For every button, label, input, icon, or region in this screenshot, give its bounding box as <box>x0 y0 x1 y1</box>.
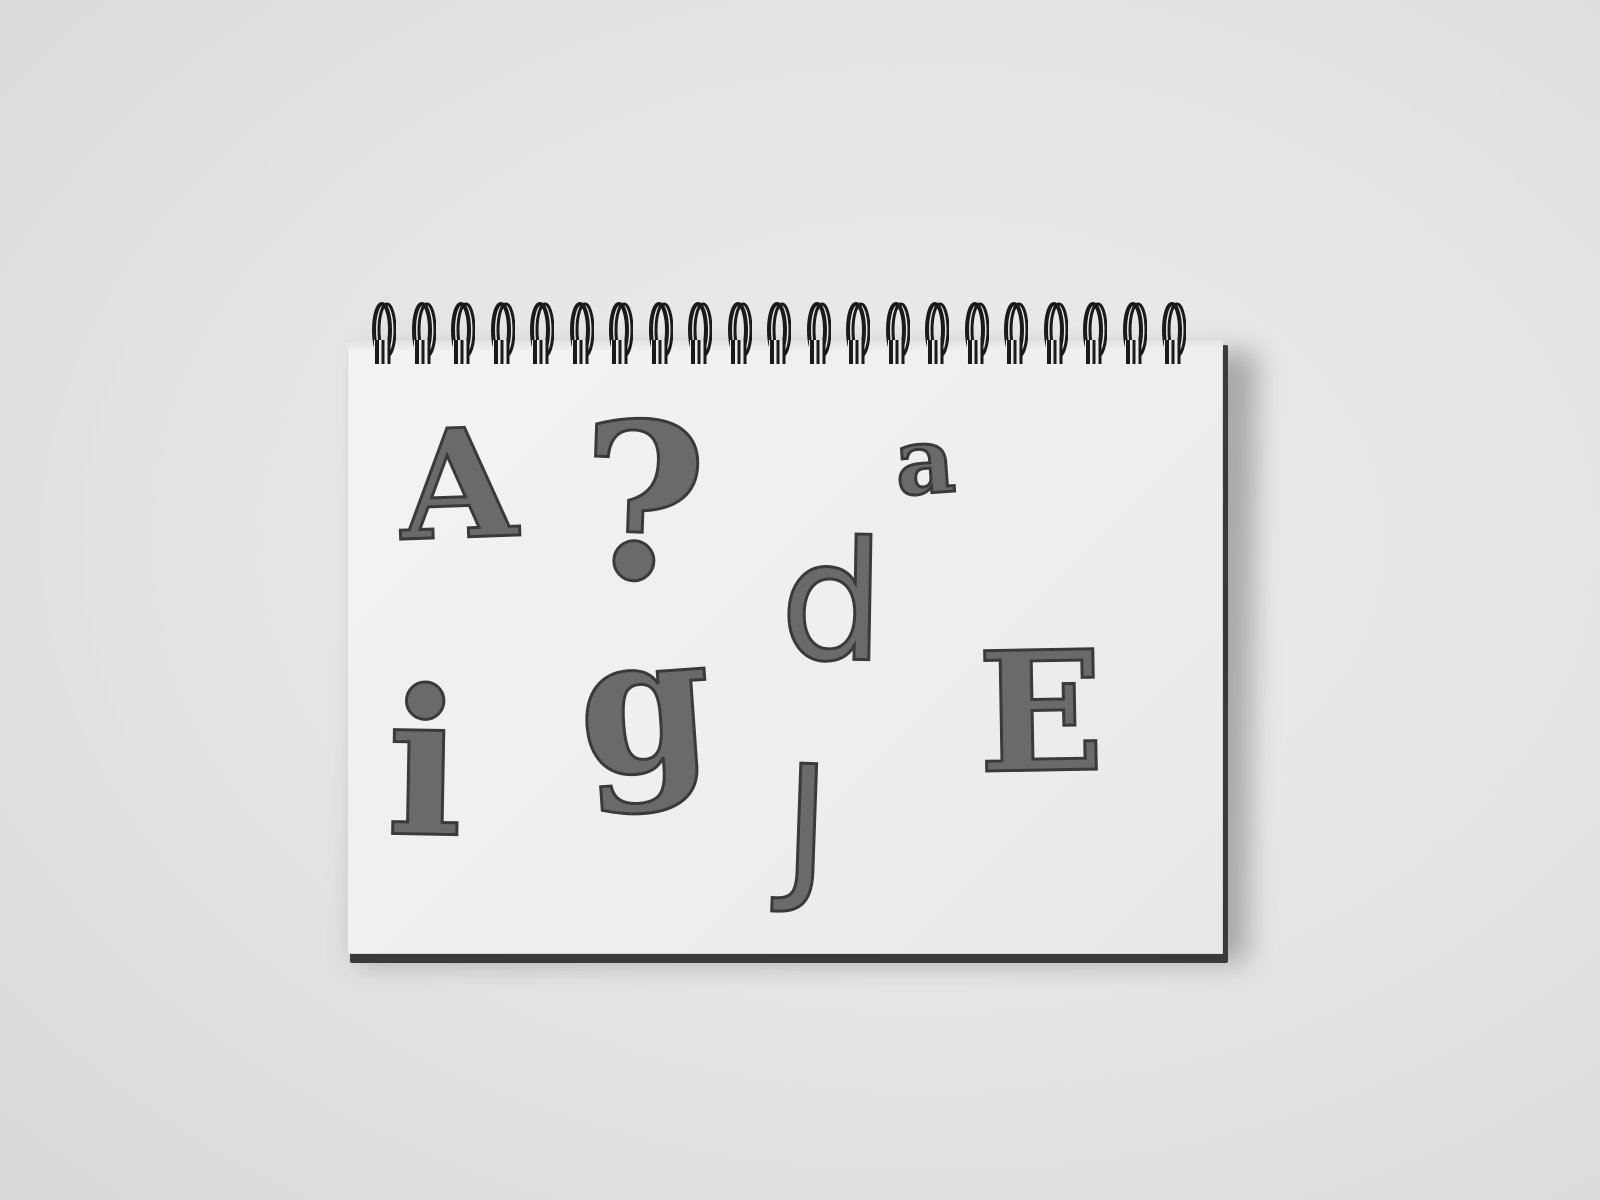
spiral-coil <box>684 300 712 368</box>
spiral-coil <box>487 300 515 368</box>
spiral-coil <box>842 300 870 368</box>
spiral-coil <box>645 300 673 368</box>
spiral-coil <box>724 300 752 368</box>
spiral-coil <box>763 300 791 368</box>
photo-scene: A ? a d i g J E <box>0 0 1600 1200</box>
letter-j-upper: J <box>778 729 835 921</box>
spiral-coil <box>566 300 594 368</box>
letter-a-lower: a <box>890 404 960 519</box>
spiral-coil <box>1158 300 1186 368</box>
spiral-coil <box>526 300 554 368</box>
spiral-coil <box>1119 300 1147 368</box>
letter-i-lower: i <box>383 645 466 884</box>
spiral-coil <box>1040 300 1068 368</box>
spiral-coil <box>1079 300 1107 368</box>
spiral-coil <box>961 300 989 368</box>
letter-d-lower: d <box>777 504 888 701</box>
spiral-coil <box>882 300 910 368</box>
spiral-coil <box>368 300 396 368</box>
letter-question-mark: ? <box>574 372 712 632</box>
spiral-coil <box>605 300 633 368</box>
spiral-coil <box>408 300 436 368</box>
spiral-coil <box>447 300 475 368</box>
letter-a-upper: A <box>395 394 520 577</box>
letter-g-lower: g <box>569 587 720 822</box>
spiral-coil <box>803 300 831 368</box>
spiral-coil <box>921 300 949 368</box>
letter-e-upper: E <box>975 612 1107 811</box>
spiral-coil <box>1000 300 1028 368</box>
